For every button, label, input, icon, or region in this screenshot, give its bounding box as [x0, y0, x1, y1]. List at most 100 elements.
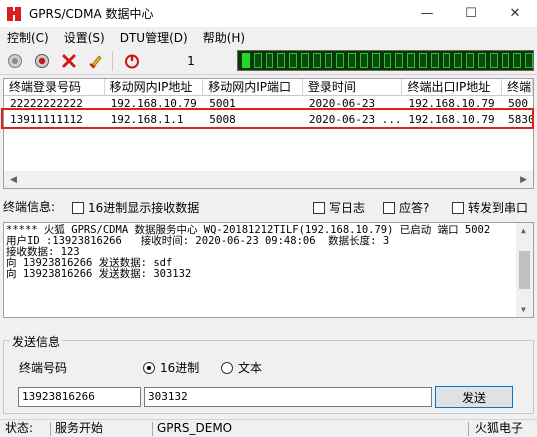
indicator-segment: [442, 53, 451, 68]
write-log-checkbox[interactable]: [313, 201, 325, 214]
indicator-segment: [430, 53, 439, 68]
table-row[interactable]: 13911111112 192.168.1.1 5008 2020-06-23 …: [4, 112, 533, 128]
menu-bar: 控制(C) 设置(S) DTU管理(D) 帮助(H): [0, 27, 537, 47]
menu-help[interactable]: 帮助(H): [196, 29, 253, 46]
indicator-segment: [466, 53, 474, 68]
start-button[interactable]: [3, 50, 27, 72]
indicator-segment: [324, 53, 333, 68]
brand-label: 火狐电子: [475, 421, 524, 435]
scroll-up-icon[interactable]: ▲: [521, 226, 526, 235]
indicator-segment: [312, 53, 321, 68]
status-bar: 状态: 服务开始 GPRS_DEMO 火狐电子: [0, 419, 537, 437]
scroll-down-icon[interactable]: ▼: [521, 305, 526, 314]
table-cell: 5001: [209, 97, 236, 110]
send-button[interactable]: 发送: [435, 386, 513, 408]
exit-button[interactable]: [120, 50, 144, 72]
send-data-input[interactable]: 303132: [144, 387, 432, 407]
hex-display-checkbox[interactable]: [72, 201, 84, 214]
table-cell: 2020-06-23 ...: [308, 113, 402, 126]
delete-icon: [62, 54, 76, 67]
start-icon: [8, 53, 22, 68]
hex-radio-label: 16进制: [160, 361, 200, 375]
terminal-number-input[interactable]: 13923816266: [18, 387, 141, 407]
menu-dtu-management[interactable]: DTU管理(D): [113, 29, 196, 46]
column-header[interactable]: 终端: [502, 79, 533, 96]
minimize-button[interactable]: —: [405, 0, 449, 27]
stop-icon: [35, 53, 49, 68]
scroll-left-icon[interactable]: ◀: [10, 175, 17, 185]
exit-icon: [125, 54, 139, 68]
text-radio-label: 文本: [238, 361, 263, 375]
connection-indicator-bar: [237, 50, 534, 71]
indicator-segment: [300, 53, 309, 68]
edit-button[interactable]: [84, 50, 108, 72]
menu-control[interactable]: 控制(C): [0, 29, 57, 46]
indicator-segment: [418, 53, 427, 68]
indicator-segment: [253, 53, 262, 68]
write-log-label: 写日志: [329, 201, 366, 215]
indicator-segment: [277, 53, 286, 68]
hex-display-label: 16进制显示接收数据: [88, 201, 200, 215]
log-line: 用户ID :13923816266 接收时间: 2020-06-23 09:48…: [6, 235, 390, 247]
column-header[interactable]: 终端登录号码: [4, 79, 105, 96]
toolbar: 1: [0, 47, 537, 75]
terminal-info-label: 终端信息:: [3, 199, 56, 214]
indicator-segment: [489, 53, 498, 68]
status-label: 状态:: [5, 421, 34, 435]
indicator-segment: [395, 53, 404, 68]
column-header[interactable]: 移动网内IP地址: [105, 79, 204, 96]
indicator-segment: [359, 53, 368, 68]
table-cell: 5830: [508, 113, 534, 126]
delete-button[interactable]: [57, 50, 81, 72]
indicator-segment: [242, 53, 250, 68]
vertical-scrollbar[interactable]: ▲ ▼: [516, 223, 533, 317]
indicator-segment: [348, 53, 356, 68]
column-header[interactable]: 移动网内IP端口: [203, 79, 303, 96]
horizontal-scrollbar[interactable]: ◀ ▶: [4, 171, 533, 188]
hex-radio-option[interactable]: 16进制: [143, 359, 199, 376]
edit-icon: [89, 54, 102, 69]
table-cell: 13911111112: [10, 113, 83, 126]
forward-serial-checkbox[interactable]: [452, 201, 464, 214]
table-cell: 5008: [209, 113, 236, 126]
scrollbar-thumb[interactable]: [519, 251, 530, 289]
hex-radio[interactable]: [143, 361, 155, 374]
menu-settings[interactable]: 设置(S): [57, 29, 113, 46]
table-cell: 500: [508, 97, 528, 110]
text-radio-option[interactable]: 文本: [221, 359, 262, 376]
indicator-segment: [513, 53, 522, 68]
close-button[interactable]: ✕: [493, 0, 537, 27]
forward-serial-label: 转发到串口: [468, 201, 529, 215]
indicator-segment: [371, 53, 380, 68]
indicator-segment: [383, 53, 392, 68]
terminal-number-label: 终端号码: [19, 361, 68, 375]
answer-label: 应答?: [399, 201, 430, 215]
app-logo-icon: [7, 6, 21, 22]
table-cell: 192.168.10.79: [408, 97, 495, 110]
mode-status: GPRS_DEMO: [157, 421, 233, 435]
indicator-segment: [525, 53, 533, 68]
maximize-button[interactable]: ☐: [449, 0, 493, 27]
answer-checkbox[interactable]: [383, 201, 395, 214]
window-title: GPRS/CDMA 数据中心: [29, 7, 154, 21]
table-header: 终端登录号码 移动网内IP地址 移动网内IP端口 登录时间 终端出口IP地址 终…: [4, 79, 533, 96]
indicator-segment: [501, 53, 510, 68]
indicator-segment: [289, 53, 297, 68]
indicator-segment: [336, 53, 345, 68]
service-status: 服务开始: [55, 421, 104, 435]
page-number: 1: [187, 53, 195, 68]
scroll-right-icon[interactable]: ▶: [520, 175, 527, 185]
table-cell: 192.168.1.1: [110, 113, 184, 126]
send-group-legend: 发送信息: [10, 333, 63, 350]
column-header[interactable]: 终端出口IP地址: [402, 79, 503, 96]
indicator-segment: [407, 53, 415, 68]
table-row[interactable]: 22222222222 192.168.10.79 5001 2020-06-2…: [4, 96, 533, 112]
indicator-segment: [477, 53, 486, 68]
stop-button[interactable]: [30, 50, 54, 72]
message-log[interactable]: ***** 火狐 GPRS/CDMA 数据服务中心 WQ-20181212TIL…: [3, 222, 534, 318]
text-radio[interactable]: [221, 361, 233, 374]
terminal-info-options: 终端信息: 16进制显示接收数据 写日志 应答? 转发到串口: [0, 197, 537, 216]
client-list-table[interactable]: 终端登录号码 移动网内IP地址 移动网内IP端口 登录时间 终端出口IP地址 终…: [3, 78, 534, 189]
column-header[interactable]: 登录时间: [303, 79, 403, 96]
title-bar: GPRS/CDMA 数据中心 — ☐ ✕: [0, 0, 537, 27]
